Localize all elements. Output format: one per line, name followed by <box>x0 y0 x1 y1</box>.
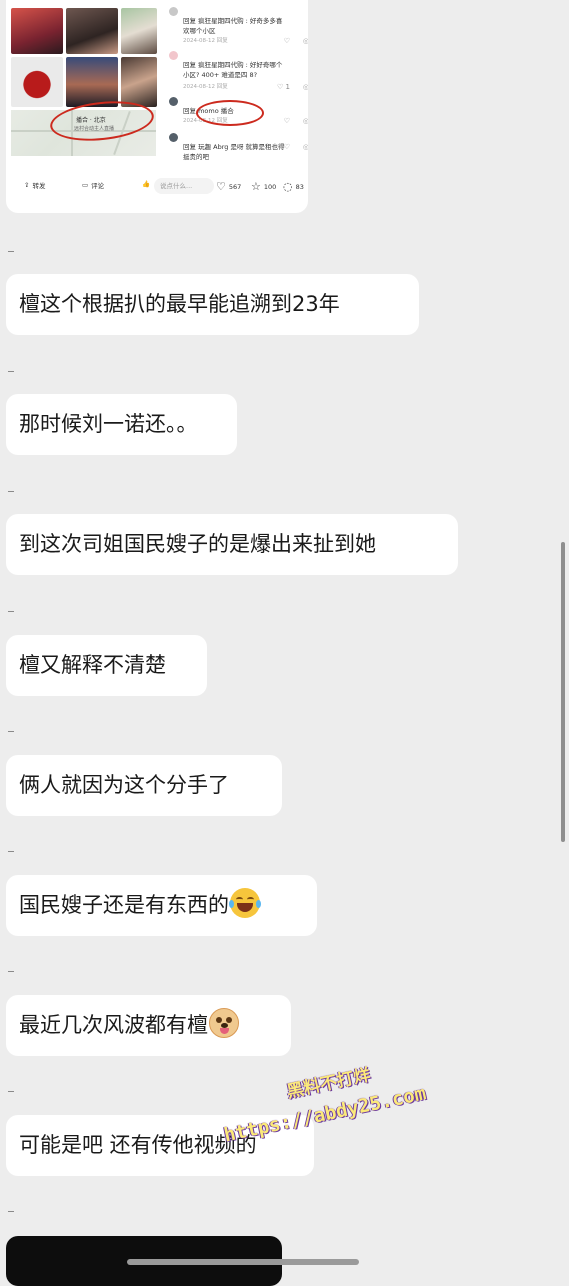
message-text: 檀这个根据扒的最早能追溯到23年 <box>19 292 340 316</box>
more-icon[interactable]: ◎ <box>303 116 308 126</box>
like-icon[interactable]: ♡ <box>284 116 290 126</box>
message-text: 檀又解释不清楚 <box>19 653 166 677</box>
message-text: 可能是吧 还有传他视频的 <box>19 1133 257 1157</box>
comment-text: 回复 疯狂星期四代购 : 好奇多多喜欢哪个小区 <box>183 17 283 35</box>
repost-button[interactable]: ⇪ 转发 <box>24 180 45 190</box>
separator-dash <box>8 1091 14 1092</box>
separator-dash <box>8 731 14 732</box>
home-indicator[interactable] <box>127 1259 359 1265</box>
avatar <box>169 51 178 60</box>
message-text: 到这次司姐国民嫂子的是爆出来扯到她 <box>19 532 376 556</box>
message-text: 最近几次风波都有檀 <box>19 1013 208 1037</box>
dog-face-emoji-icon <box>209 1008 239 1038</box>
message-bubble[interactable]: 最近几次风波都有檀 <box>6 995 291 1056</box>
like-icon[interactable]: ♡ 1 <box>277 82 290 92</box>
likes-count: 567 <box>228 182 242 191</box>
map-sublabel: 远村合动主人直播 <box>74 126 115 132</box>
photo-5 <box>66 57 118 107</box>
thumbs-up-icon: 👍 <box>142 180 151 188</box>
separator-dash <box>8 851 14 852</box>
comment-highlight-ring <box>196 100 264 126</box>
message-bubble[interactable]: 檀这个根据扒的最早能追溯到23年 <box>6 274 419 335</box>
comment-label: 评论 <box>91 182 105 190</box>
map-label: 播合 · 北京 <box>76 117 106 124</box>
stars-counter[interactable]: ☆ 100 <box>251 180 276 193</box>
message-text: 俩人就因为这个分手了 <box>19 773 229 797</box>
comment-text: 回复 疯狂星期四代购 : 好好奇哪个小区? 400+ 难道是四 8? <box>183 61 283 79</box>
message-text: 国民嫂子还是有东西的 <box>19 893 229 917</box>
comment-item: 回复 疯狂星期四代购 : 好好奇哪个小区? 400+ 难道是四 8? 2024-… <box>166 50 308 94</box>
shared-screenshot-card[interactable]: 播合 · 北京 远村合动主人直播 回复 疯狂星期四代购 : 好奇多多喜欢哪个小区… <box>6 0 308 213</box>
laughing-tears-emoji-icon <box>229 888 261 918</box>
repost-label: 转发 <box>32 182 46 190</box>
like-icon[interactable]: ♡ <box>284 142 290 152</box>
stars-count: 100 <box>263 182 277 191</box>
comment-icon: ▭ <box>82 181 89 189</box>
comment-time: 2024-08-12 回复 <box>183 38 228 44</box>
post-action-bar: ⇪ 转发 ▭ 评论 👍 说点什么... ♡ 567 ☆ 100 ◌ 83 <box>6 172 308 202</box>
comment-item: 回复 疯狂星期四代购 : 好奇多多喜欢哪个小区 2024-08-12 回复 ♡ … <box>166 6 308 50</box>
photo-3 <box>121 8 157 54</box>
photo-6 <box>121 57 157 107</box>
separator-dash <box>8 971 14 972</box>
separator-dash <box>8 1211 14 1212</box>
star-icon: ☆ <box>251 180 261 193</box>
message-bubble[interactable]: 俩人就因为这个分手了 <box>6 755 282 816</box>
more-icon[interactable]: ◎ <box>303 142 308 152</box>
avatar <box>169 97 178 106</box>
comment-input[interactable]: 说点什么... <box>154 178 214 194</box>
comments-count: 83 <box>295 182 304 191</box>
like-button[interactable]: 👍 <box>142 180 150 188</box>
message-bubble[interactable]: 国民嫂子还是有东西的 <box>6 875 317 936</box>
like-count: 1 <box>285 83 290 91</box>
comment-item: 回复 玩趣 Abrg 是呀 就算是租也得挺贵的吧 ♡ ◎ <box>166 132 308 164</box>
comment-text: 回复 玩趣 Abrg 是呀 就算是租也得挺贵的吧 <box>183 143 285 161</box>
separator-dash <box>8 371 14 372</box>
likes-counter[interactable]: ♡ 567 <box>216 180 241 193</box>
more-icon[interactable]: ◎ <box>303 82 308 92</box>
separator-dash <box>8 491 14 492</box>
separator-dash <box>8 251 14 252</box>
comment-button[interactable]: ▭ 评论 <box>82 180 104 190</box>
photo-1 <box>11 8 63 54</box>
photo-4 <box>11 57 63 107</box>
chat-icon: ◌ <box>283 180 293 193</box>
message-bubble[interactable]: 檀又解释不清楚 <box>6 635 207 696</box>
comment-time: 2024-08-12 回复 <box>183 84 228 90</box>
like-icon[interactable]: ♡ <box>284 36 290 46</box>
heart-icon: ♡ <box>216 180 226 193</box>
scrollbar[interactable] <box>561 542 565 842</box>
separator-dash <box>8 611 14 612</box>
comments-counter[interactable]: ◌ 83 <box>283 180 304 193</box>
photo-2 <box>66 8 118 54</box>
more-icon[interactable]: ◎ <box>303 36 308 46</box>
avatar <box>169 133 178 142</box>
repost-icon: ⇪ <box>24 181 30 189</box>
message-text: 那时候刘一诺还。。 <box>19 412 198 436</box>
avatar <box>169 7 178 16</box>
message-bubble[interactable]: 那时候刘一诺还。。 <box>6 394 237 455</box>
message-bubble[interactable]: 到这次司姐国民嫂子的是爆出来扯到她 <box>6 514 458 575</box>
